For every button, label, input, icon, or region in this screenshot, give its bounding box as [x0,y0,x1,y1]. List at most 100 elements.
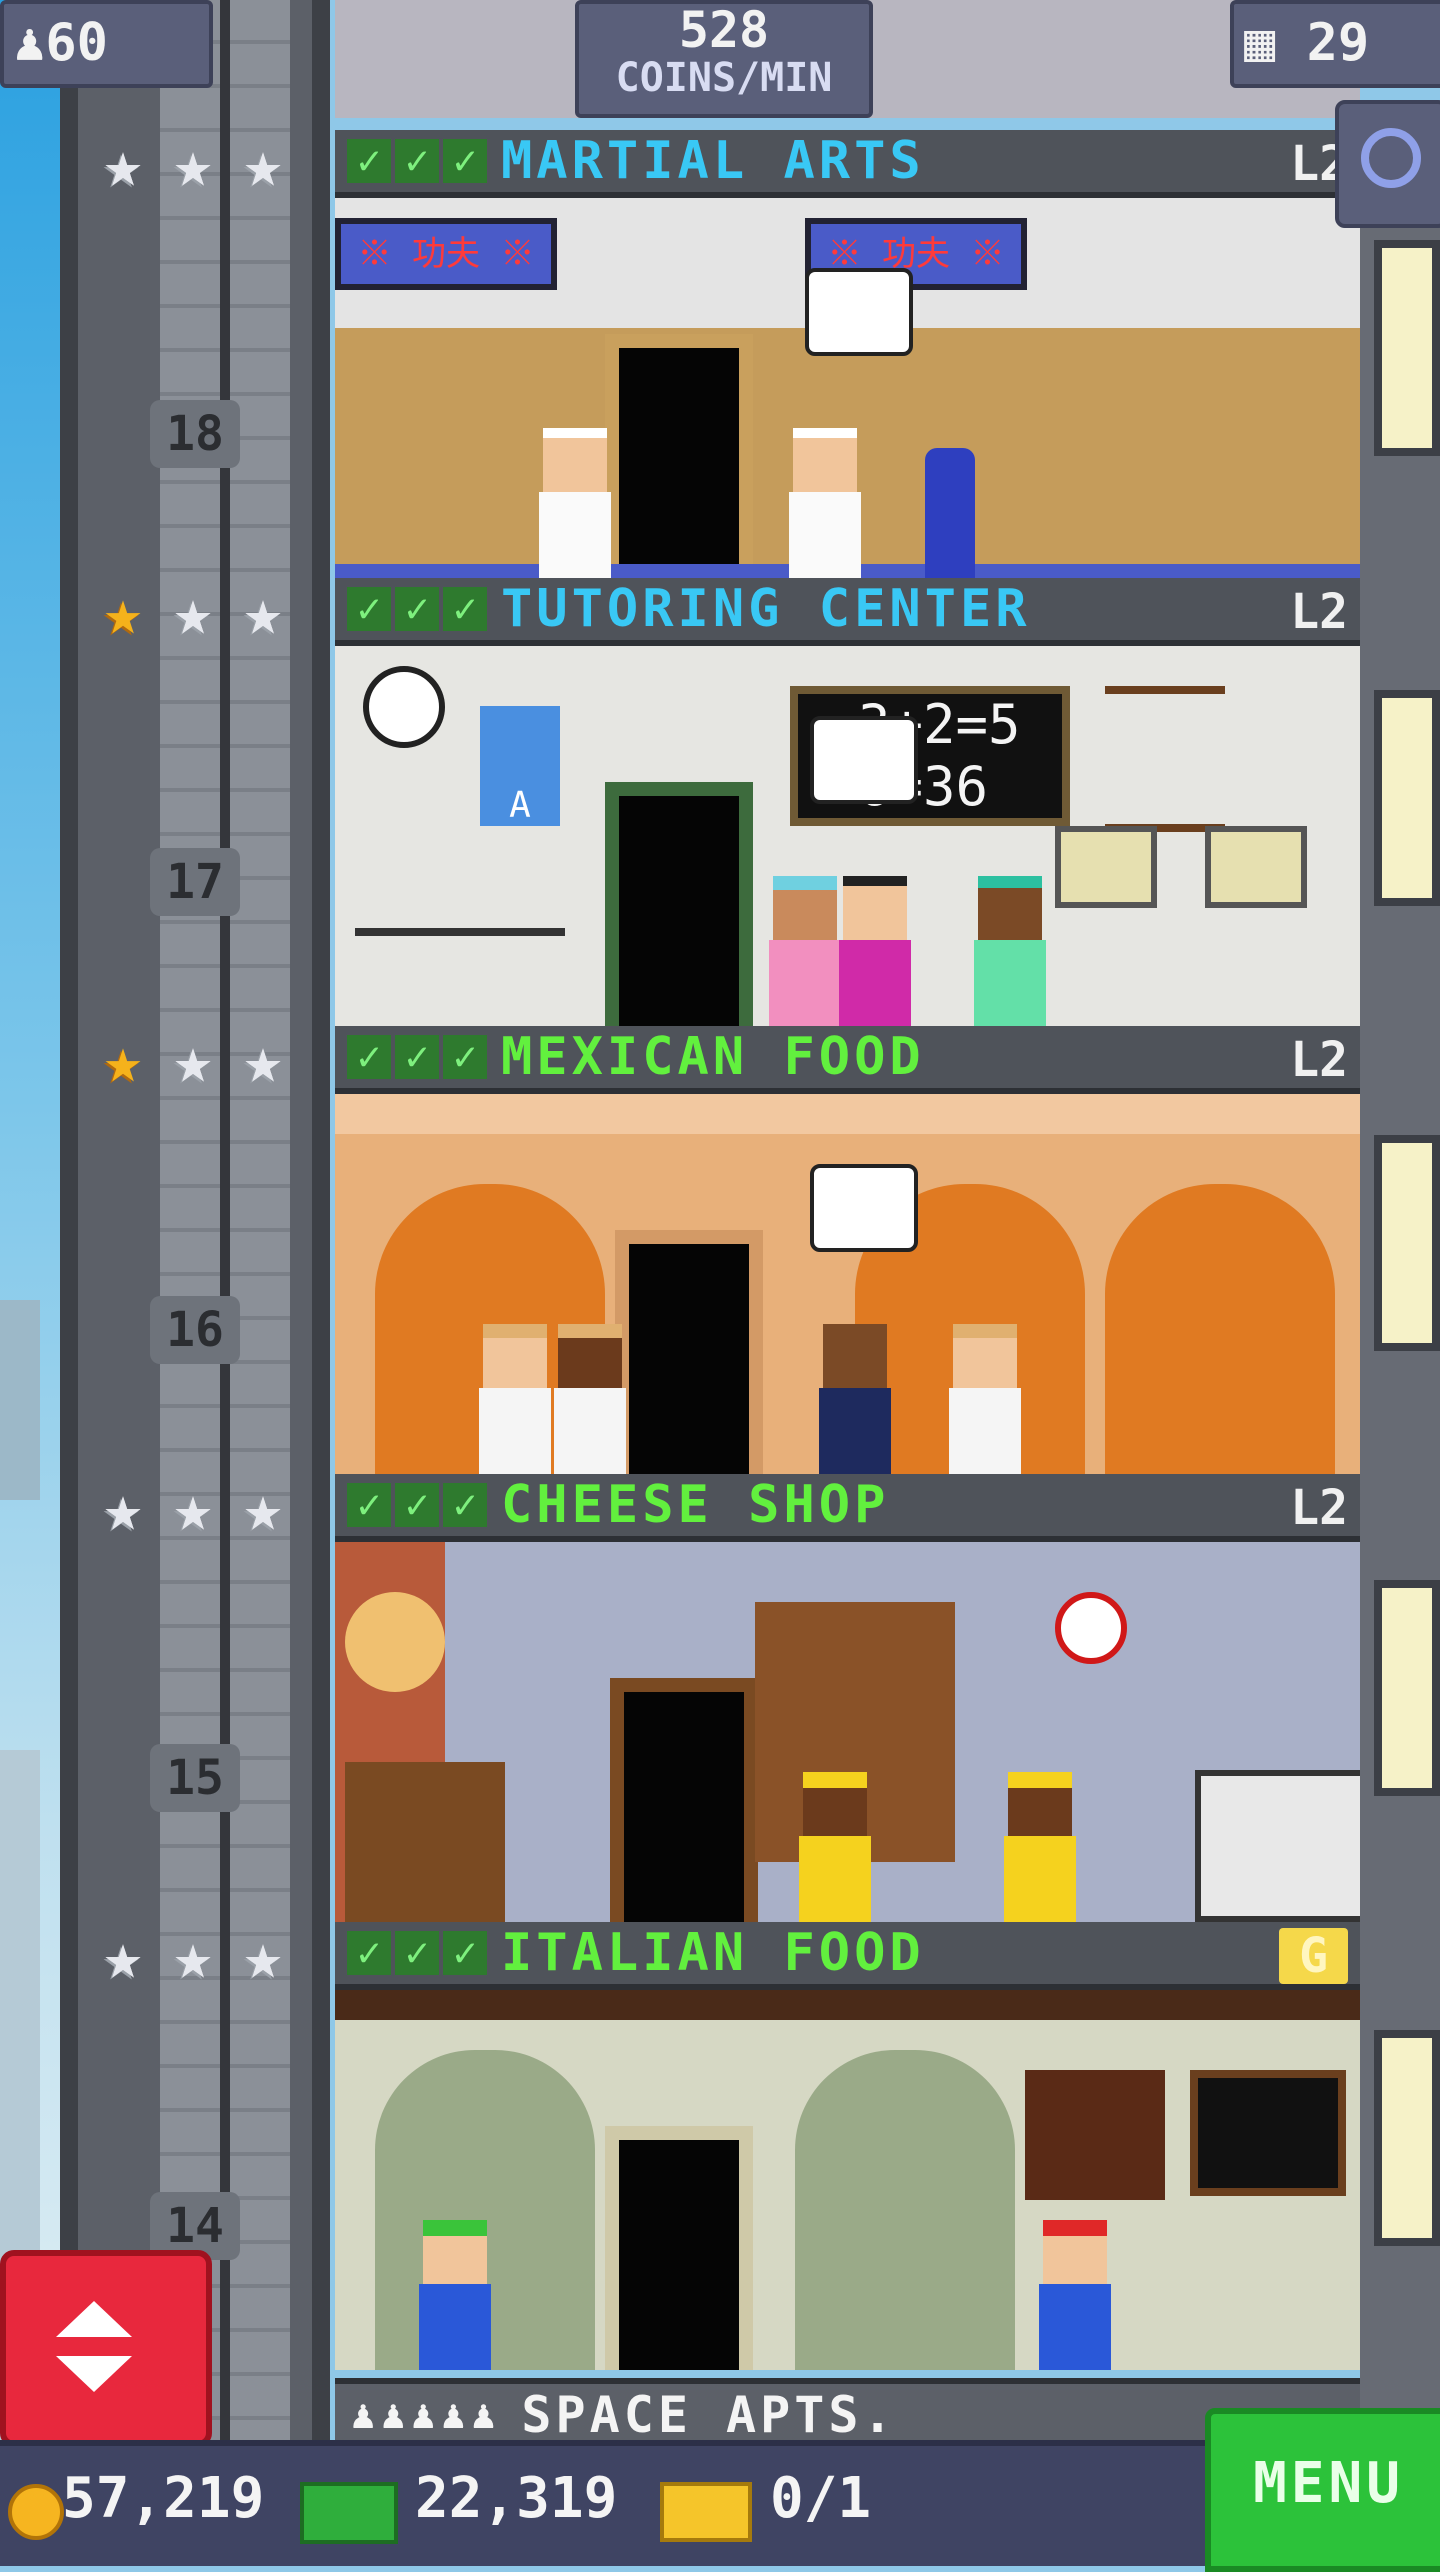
elevator-arrows-icon [56,2301,132,2337]
star-icon: ★ [103,576,143,650]
bitizen[interactable] [835,876,915,1026]
floor-level: L2 [1290,1480,1348,1536]
coins-value[interactable]: 57,219 [62,2466,264,2531]
floor-name: MARTIAL ARTS [501,131,925,191]
floor-mexican-food[interactable]: ✓ ✓ ✓ MEXICAN FOOD L2 [335,1026,1360,1474]
floor-door [605,2126,753,2370]
distant-building [0,1300,40,1500]
menu-board [1190,2070,1346,2196]
bitizen[interactable] [970,876,1050,1026]
bitizen[interactable] [785,428,865,578]
bitizen-body [769,940,841,1026]
search-button[interactable] [1335,100,1440,228]
population-counter[interactable]: ♟60 [0,0,213,88]
residents-icons: ♟♟♟♟♟ [351,2392,502,2438]
floor-stars: ★ ★ ★ [92,1472,294,1546]
star-icon: ★ [103,128,143,202]
bitizen-body [949,1388,1021,1474]
check-icon: ✓ [395,1931,439,1975]
computer [1055,826,1157,908]
star-icon: ★ [173,1920,213,1994]
star-icon: ★ [173,128,213,202]
coin-rate-display: 528 COINS/MIN [575,0,873,118]
floor-number: 16 [150,1296,240,1364]
thought-bubble[interactable] [810,1164,918,1252]
check-icon: ✓ [347,1931,391,1975]
bitizen-body [839,940,911,1026]
floor-level: L2 [1290,584,1348,640]
bitizen[interactable] [475,1324,555,1474]
check-icon: ✓ [347,1483,391,1527]
bitizen[interactable] [535,428,615,578]
room-interior: A 3+2=5 6=36 [335,646,1360,1026]
exterior-wall [1360,220,1440,2440]
floor-door [605,782,753,1026]
thought-bubble[interactable] [810,716,918,804]
floor-door [605,334,753,578]
floor-tutoring-center[interactable]: ✓ ✓ ✓ TUTORING CENTER L2 A 3+2=5 6=36 [335,578,1360,1026]
population-value: 60 [45,13,108,73]
bitizen-body [419,2284,491,2370]
bitizen-head [843,876,907,950]
floor-title-bar: ✓ ✓ ✓ TUTORING CENTER L2 [335,578,1360,646]
archway [1105,1184,1335,1474]
menu-button[interactable]: MENU [1205,2408,1440,2572]
elevator-button[interactable] [0,2250,212,2447]
bitizen[interactable] [1035,2220,1115,2370]
floor-stars: ★ ★ ★ [92,576,294,650]
window [1374,240,1440,456]
bitizen[interactable] [945,1324,1025,1474]
elevator-shaft[interactable] [60,0,330,2440]
tickets-value[interactable]: 0/1 [770,2466,871,2531]
floor-martial-arts[interactable]: ✓ ✓ ✓ MARTIAL ARTS L2 ※ 功夫 ※ ※ 功夫 ※ [335,130,1360,578]
check-icon: ✓ [395,1483,439,1527]
bitizen[interactable] [550,1324,630,1474]
floor-italian-food[interactable]: ✓ ✓ ✓ ITALIAN FOOD G [335,1922,1360,2378]
archway [795,2050,1015,2370]
room-interior [335,1990,1360,2370]
star-icon: ★ [103,1920,143,1994]
shaft-rail [60,0,78,2440]
floor-door [610,1678,758,1922]
bitizen-head [823,1324,887,1388]
floor-number: 17 [150,848,240,916]
apple-poster: A [480,706,560,826]
stock-checks: ✓ ✓ ✓ [347,587,487,631]
bookshelf [1105,686,1225,832]
bitizen-body [539,492,611,578]
check-icon: ✓ [443,587,487,631]
floor-stars: ★ ★ ★ [92,1024,294,1098]
top-floor-strip: ♟60 528 COINS/MIN ▦ 29 [0,0,1440,120]
floor-counter[interactable]: ▦ 29 [1230,0,1440,88]
elevator-cable [220,0,230,2440]
bitizen[interactable] [815,1324,895,1474]
check-icon: ✓ [347,139,391,183]
bitizen[interactable] [1000,1772,1080,1922]
star-icon: ★ [243,128,283,202]
bitizen-head [793,428,857,502]
floor-cheese-shop[interactable]: ✓ ✓ ✓ CHEESE SHOP L2 [335,1474,1360,1922]
floor-title-bar: ✓ ✓ ✓ ITALIAN FOOD G [335,1922,1360,1990]
check-icon: ✓ [443,1931,487,1975]
room-interior [335,1542,1360,1922]
bitizen[interactable] [795,1772,875,1922]
bitizen[interactable] [415,2220,495,2370]
bitizen[interactable] [765,876,845,1026]
no-mouse-sign [1055,1592,1127,1664]
wall-sign: ※ 功夫 ※ [335,218,557,290]
coin-rate-unit: COINS/MIN [615,55,833,101]
bux-value[interactable]: 22,319 [415,2466,617,2531]
star-icon: ★ [243,1472,283,1546]
floor-title-bar: ✓ ✓ ✓ MEXICAN FOOD L2 [335,1026,1360,1094]
wine-rack [1025,2070,1165,2200]
bitizen-body [789,492,861,578]
floor-door [615,1230,763,1474]
window [1374,690,1440,906]
window [1374,1135,1440,1351]
star-icon: ★ [243,1920,283,1994]
thought-bubble[interactable] [805,268,913,356]
check-icon: ✓ [395,587,439,631]
bitizen-body [1004,1836,1076,1922]
star-icon: ★ [243,1024,283,1098]
check-icon: ✓ [443,139,487,183]
